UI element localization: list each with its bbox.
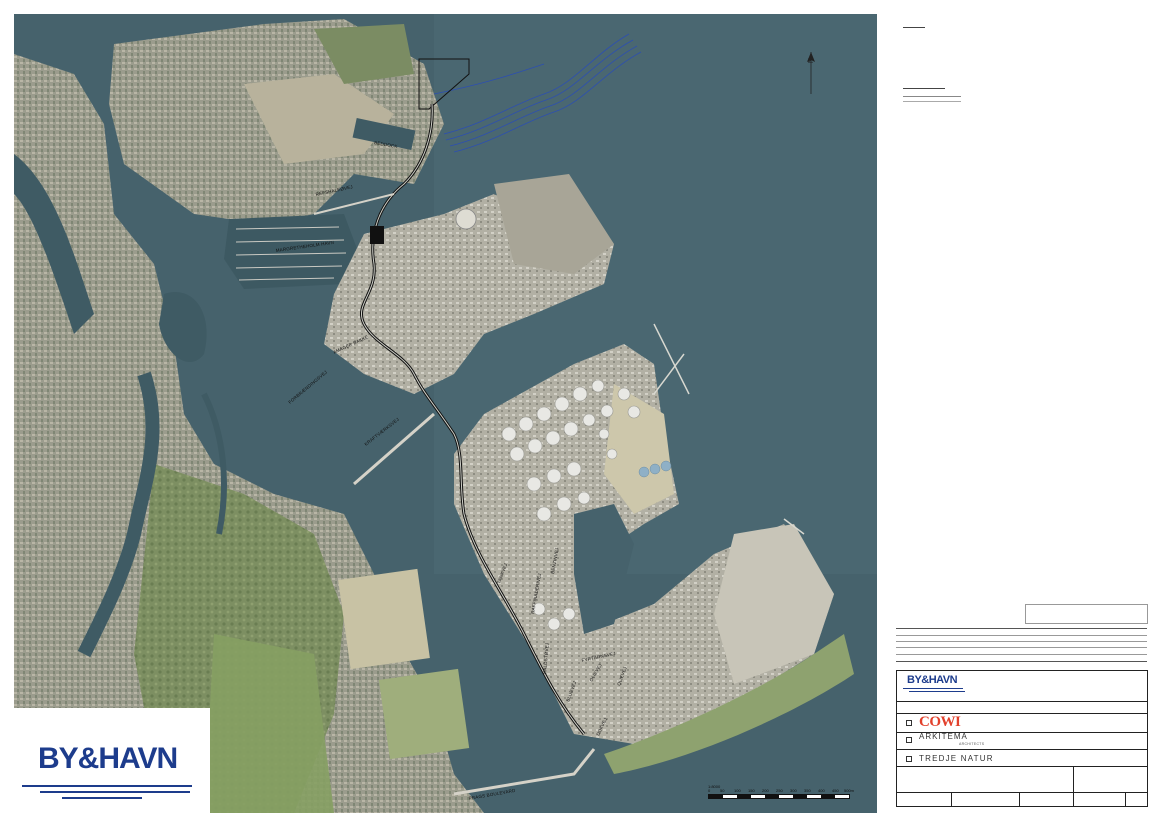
scale-tick: 300	[790, 788, 797, 793]
scale-tick: 350	[804, 788, 811, 793]
title-block: BY&HAVN COWI ARKITEMA ARCHITECTS TREDJE …	[896, 670, 1148, 807]
scale-graphic	[708, 794, 850, 799]
legend-line	[903, 88, 945, 89]
wave-line	[62, 797, 142, 799]
aerial-map[interactable]: REFSHALEØVEJ MARGRETHEHOLM HAVN AMAGER B…	[14, 14, 877, 813]
wave-line	[903, 688, 963, 689]
revision-table	[896, 628, 1147, 662]
firm-tredje-natur: TREDJE NATUR	[919, 754, 994, 763]
firm-arkitema: ARKITEMA	[919, 732, 968, 741]
firm-arkitema-sub: ARCHITECTS	[959, 742, 985, 746]
north-label: N	[806, 58, 813, 64]
brand-logo-text: BY&HAVN	[38, 742, 178, 775]
scale-tick: 150	[748, 788, 755, 793]
north-arrow: N	[803, 50, 819, 96]
scale-tick: 500m	[844, 788, 855, 793]
brand-logo: BY&HAVN	[0, 708, 210, 818]
wave-line	[40, 791, 190, 793]
legend-line	[903, 27, 925, 28]
revision-box	[1025, 604, 1148, 624]
north-arrow-icon	[807, 52, 815, 94]
checkbox-icon	[906, 720, 912, 726]
client-logo: BY&HAVN	[907, 674, 958, 686]
map-canvas: REFSHALEØVEJ MARGRETHEHOLM HAVN AMAGER B…	[14, 14, 877, 813]
scale-tick: 250	[776, 788, 783, 793]
legend-line	[903, 101, 961, 102]
checkbox-icon	[906, 737, 912, 743]
scale-tick: 400	[818, 788, 825, 793]
wave-line	[22, 785, 192, 787]
legend-line	[903, 96, 961, 97]
scale-tick: 200	[762, 788, 769, 793]
scale-bar: 1:8000 0 50 100 150 200 250 300 350 400 …	[708, 784, 858, 806]
tunnel-portal	[370, 226, 384, 244]
scale-tick: 0	[708, 788, 711, 793]
scale-tick: 50	[720, 788, 725, 793]
checkbox-icon	[906, 756, 912, 762]
scale-tick: 100	[734, 788, 741, 793]
wave-line	[909, 691, 965, 692]
open-field	[338, 568, 430, 670]
marina-basin	[224, 214, 359, 289]
scale-tick: 450	[832, 788, 839, 793]
firm-cowi: COWI	[919, 714, 961, 730]
